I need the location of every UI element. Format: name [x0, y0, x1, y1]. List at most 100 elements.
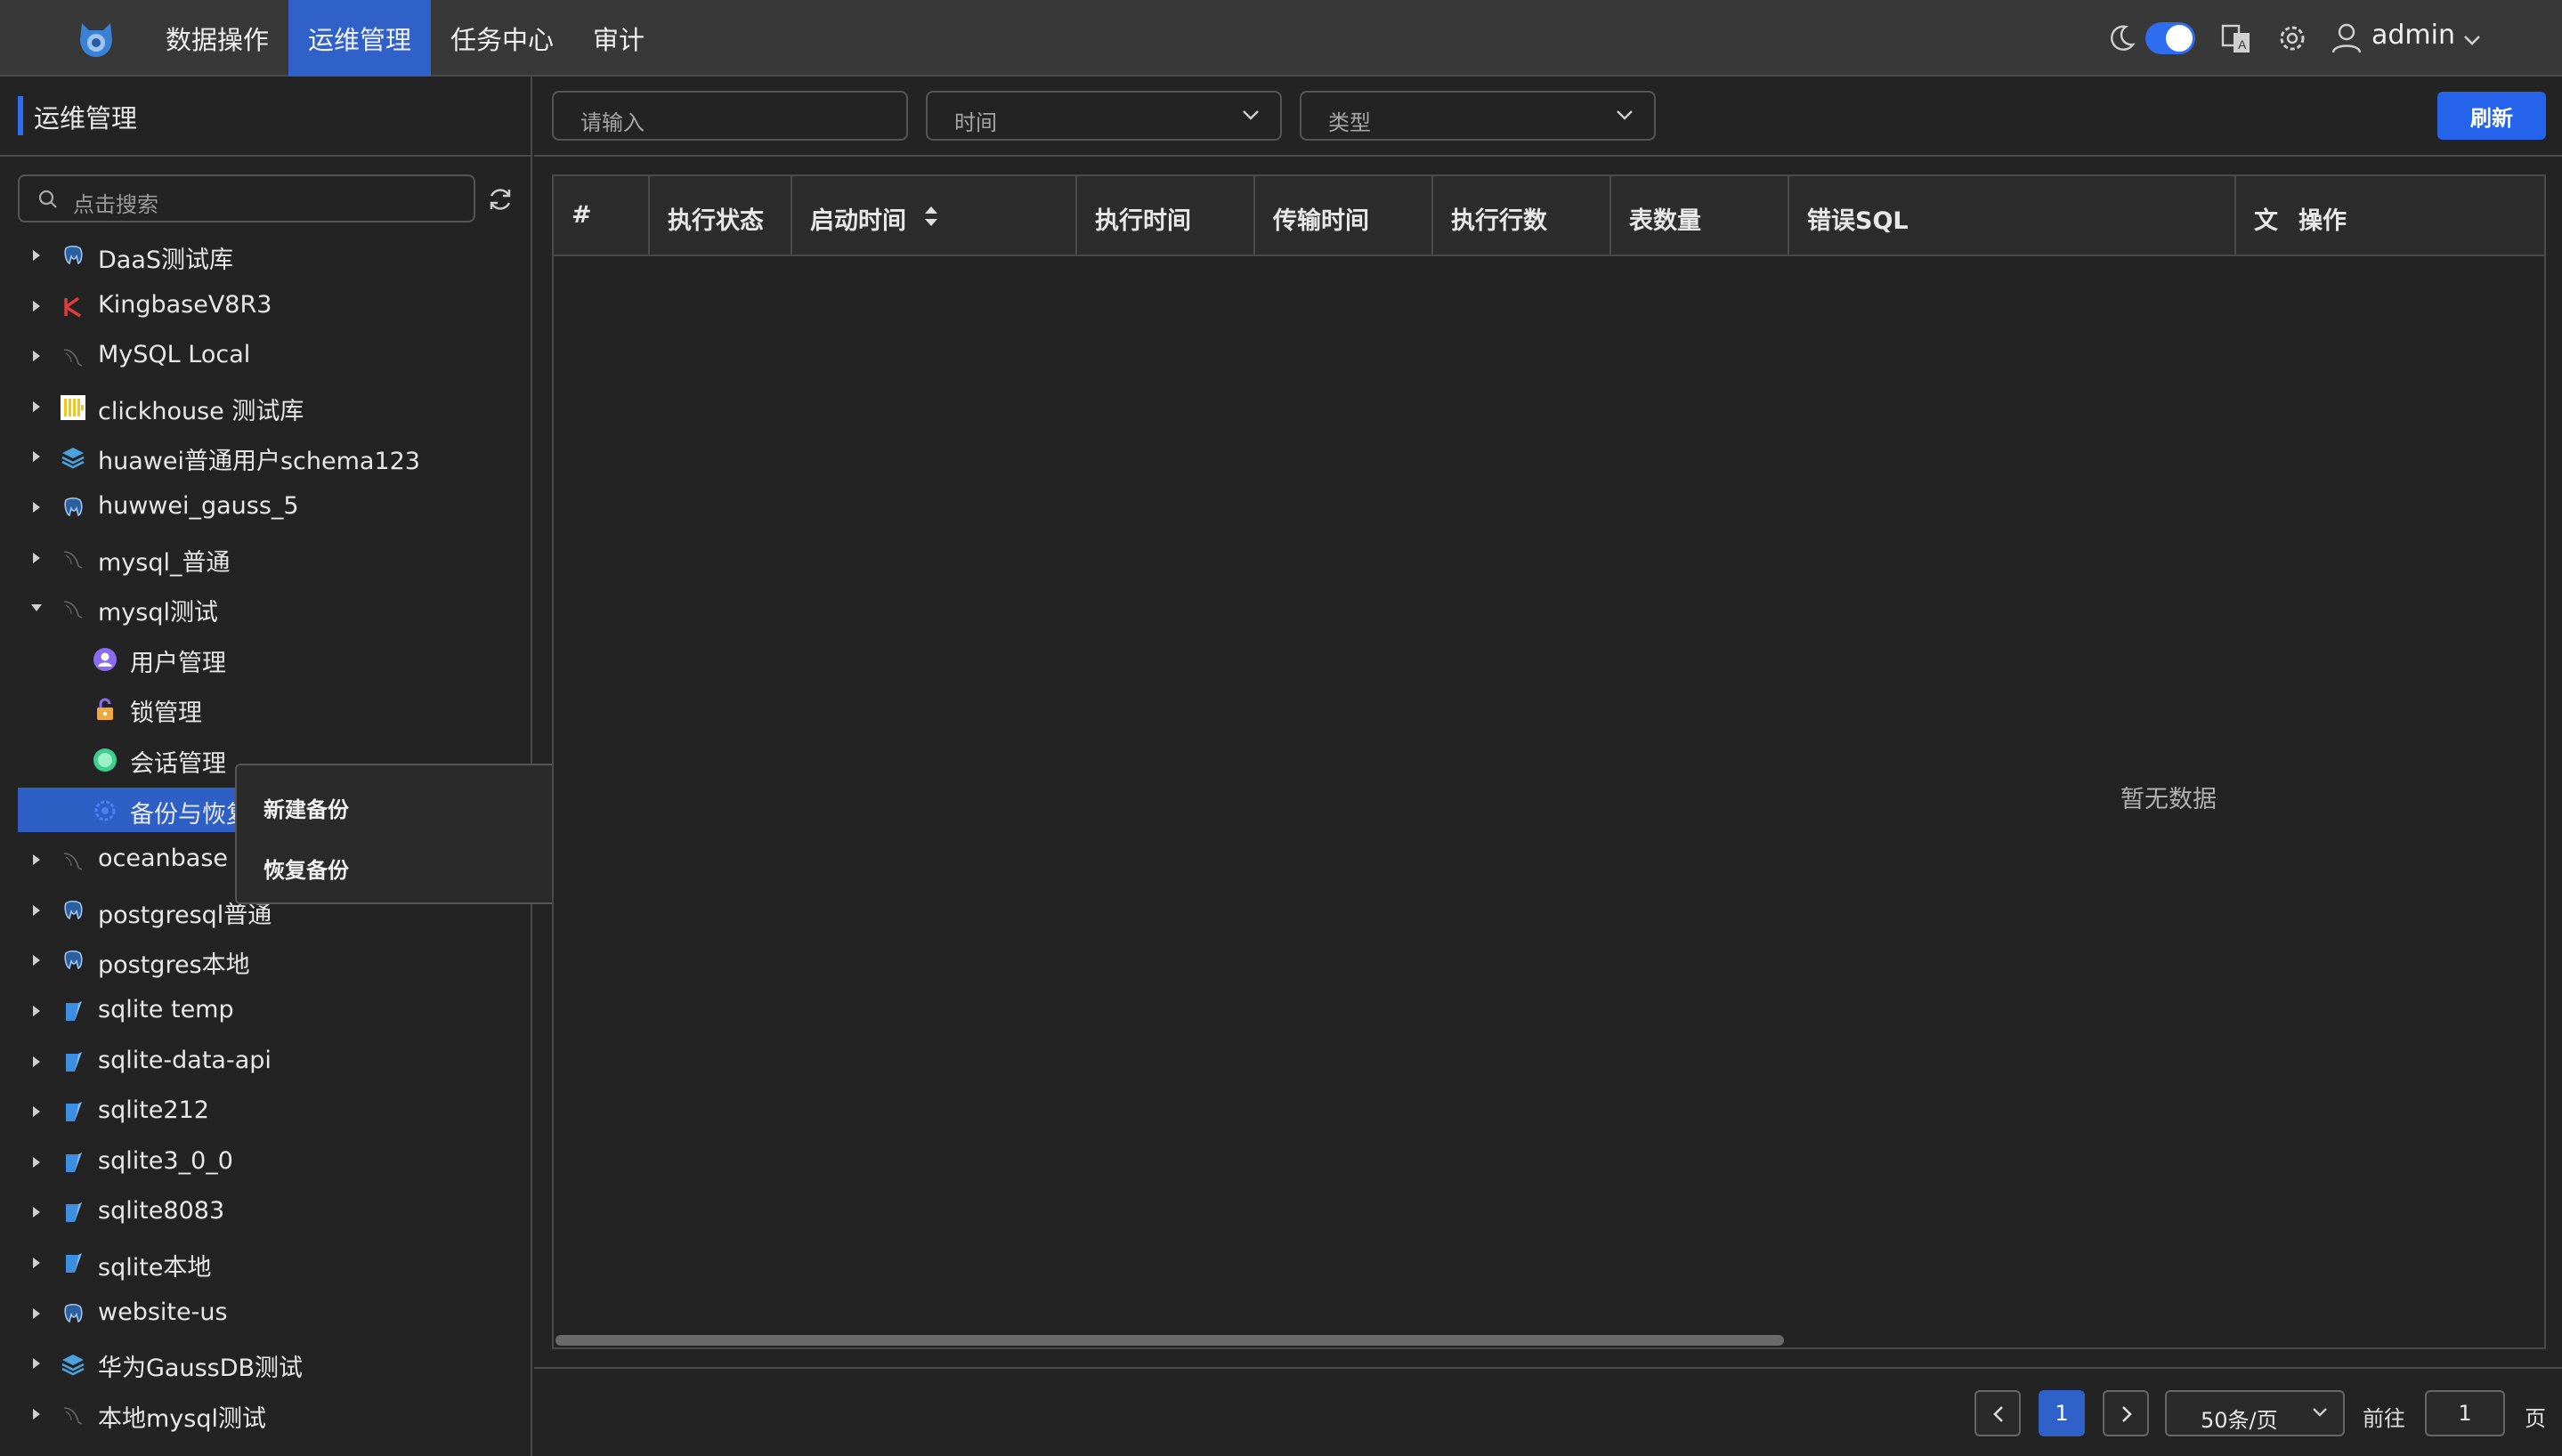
sqlite-icon: [61, 1251, 85, 1276]
tree-item-label: sqlite3_0_0: [98, 1146, 233, 1175]
caret-right-icon[interactable]: [30, 249, 43, 262]
backup-icon: [93, 798, 118, 823]
tree-connection-item[interactable]: 华为GaussDB测试: [18, 1341, 531, 1386]
tree-connection-item[interactable]: sqlite8083: [18, 1190, 531, 1234]
caret-right-icon[interactable]: [30, 552, 43, 564]
next-page-button[interactable]: [2103, 1390, 2149, 1436]
tree-connection-item[interactable]: website-us: [18, 1291, 531, 1336]
caret-down-icon[interactable]: [30, 602, 43, 614]
theme-toggle[interactable]: [2145, 22, 2195, 54]
refresh-button[interactable]: 刷新: [2437, 92, 2546, 140]
caret-right-icon[interactable]: [30, 1257, 43, 1269]
tree-item-label: sqlite temp: [98, 996, 234, 1023]
page-button-current[interactable]: 1: [2039, 1390, 2085, 1436]
tree-connection-item[interactable]: mysql测试: [18, 586, 531, 630]
tree-item-label: 华为GaussDB测试: [98, 1355, 304, 1383]
nav-tab-task-center[interactable]: 任务中心: [431, 0, 573, 77]
page-size-value: 50条/页: [2201, 1408, 2278, 1433]
type-placeholder: 类型: [1328, 110, 1371, 135]
table-header: # 执行状态 启动时间 执行时间 传输时间 执行行数 表数量 错误SQL 文 操…: [554, 176, 2544, 256]
chevron-left-icon: [1993, 1406, 2003, 1422]
page-size-select[interactable]: 50条/页: [2165, 1390, 2345, 1436]
caret-right-icon[interactable]: [30, 1156, 43, 1169]
tree-connection-item[interactable]: sqlite本地: [18, 1241, 531, 1285]
context-menu-restore-backup[interactable]: 恢复备份: [263, 853, 349, 884]
filter-bar: 请输入 时间 类型: [534, 77, 2562, 157]
tree-connection-item[interactable]: 本地mysql测试: [18, 1392, 531, 1436]
search-icon: [38, 190, 57, 208]
app-logo-icon[interactable]: [75, 16, 118, 61]
postgres-icon: [61, 949, 85, 974]
tree-item-label: postgres本地: [98, 951, 250, 980]
type-select[interactable]: 类型: [1300, 91, 1656, 141]
caret-right-icon[interactable]: [30, 450, 43, 463]
column-header-file-actions: 文 操作: [2236, 176, 2544, 255]
sidebar-title: 运维管理: [34, 103, 138, 133]
tree-connection-item[interactable]: sqlite3_0_0: [18, 1140, 531, 1185]
tree-connection-item[interactable]: postgres本地: [18, 938, 531, 983]
time-select[interactable]: 时间: [926, 91, 1282, 141]
sqlite-icon: [61, 1201, 85, 1225]
caret-right-icon[interactable]: [30, 1005, 43, 1017]
tree-connection-item[interactable]: sqlite212: [18, 1089, 531, 1134]
tree-child-item[interactable]: 锁管理: [18, 686, 531, 731]
postgres-icon: [61, 496, 85, 521]
user-menu-chevron-down-icon[interactable]: [2462, 34, 2482, 46]
tree-connection-item[interactable]: huwwei_gauss_5: [18, 485, 531, 530]
user-name[interactable]: admin: [2371, 20, 2455, 51]
sort-icon[interactable]: [922, 205, 940, 228]
nav-tab-ops-management[interactable]: 运维管理: [288, 0, 432, 77]
tree-item-label: 本地mysql测试: [98, 1404, 266, 1433]
nav-tab-audit[interactable]: 审计: [573, 0, 664, 77]
caret-right-icon[interactable]: [30, 904, 43, 917]
tree-connection-item[interactable]: mysql_普通: [18, 536, 531, 580]
caret-right-icon[interactable]: [30, 1056, 43, 1068]
backup-table: # 执行状态 启动时间 执行时间 传输时间 执行行数 表数量 错误SQL 文 操…: [552, 174, 2546, 1349]
main-nav: 数据操作 运维管理 任务中心 审计: [146, 0, 664, 77]
caret-right-icon[interactable]: [30, 1206, 43, 1218]
goto-page-input[interactable]: 1: [2425, 1390, 2505, 1436]
caret-right-icon[interactable]: [30, 300, 43, 312]
tree-connection-item[interactable]: DaaS测试库: [18, 233, 531, 278]
horizontal-scrollbar[interactable]: [555, 1335, 1784, 1346]
caret-right-icon[interactable]: [30, 954, 43, 967]
tree-connection-item[interactable]: clickhouse 测试库: [18, 384, 531, 429]
caret-right-icon[interactable]: [30, 350, 43, 362]
translate-icon[interactable]: A: [2220, 23, 2252, 55]
tree-child-item[interactable]: 用户管理: [18, 636, 531, 681]
caret-right-icon[interactable]: [30, 1307, 43, 1320]
caret-right-icon[interactable]: [30, 400, 43, 413]
keyword-input[interactable]: 请输入: [552, 91, 908, 141]
caret-right-icon[interactable]: [30, 1357, 43, 1370]
column-header-start-time[interactable]: 启动时间: [792, 176, 1077, 255]
tree-connection-item[interactable]: KingbaseV8R3: [18, 284, 531, 328]
sqlite-icon: [61, 1050, 85, 1075]
settings-gear-icon[interactable]: [2275, 21, 2309, 55]
gauss-icon: [61, 1352, 85, 1377]
context-menu-new-backup[interactable]: 新建备份: [263, 792, 349, 823]
tree-connection-item[interactable]: sqlite-data-api: [18, 1039, 531, 1084]
nav-tab-data-ops[interactable]: 数据操作: [146, 0, 288, 77]
tree-connection-item[interactable]: MySQL Local: [18, 334, 531, 378]
caret-right-icon[interactable]: [30, 853, 43, 866]
column-header-error-sql: 错误SQL: [1789, 176, 2236, 255]
tree-item-label: DaaS测试库: [98, 247, 234, 274]
prev-page-button[interactable]: [1974, 1390, 2021, 1436]
page-suffix: 页: [2525, 1406, 2546, 1431]
tree-connection-item[interactable]: huawei普通用户schema123: [18, 434, 531, 479]
caret-right-icon[interactable]: [30, 1105, 43, 1118]
toggle-knob: [2166, 25, 2193, 52]
tree-connection-item[interactable]: sqlite temp: [18, 989, 531, 1033]
mysql-icon: [61, 596, 85, 621]
column-header-exec-time: 执行时间: [1077, 176, 1255, 255]
tree-item-label: sqlite-data-api: [98, 1046, 272, 1074]
page-size-chevron-down-icon: [2313, 1408, 2327, 1417]
tree-item-label: mysql测试: [98, 599, 218, 627]
refresh-tree-icon[interactable]: [486, 185, 515, 214]
column-header-status: 执行状态: [650, 176, 792, 255]
user-avatar-icon[interactable]: [2331, 21, 2363, 55]
caret-right-icon[interactable]: [30, 501, 43, 514]
tree-search-input[interactable]: 点击搜索: [18, 174, 475, 222]
keyword-placeholder: 请输入: [580, 110, 645, 135]
caret-right-icon[interactable]: [30, 1408, 43, 1420]
